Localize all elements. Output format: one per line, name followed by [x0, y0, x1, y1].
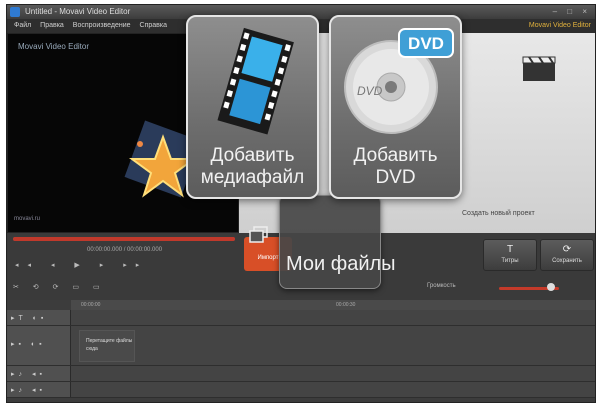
new-project-link[interactable]: Создать новый проект [462, 210, 535, 217]
edit-tools[interactable]: ✂ ⟲ ⟳ ▭ ▭ [13, 283, 106, 291]
preview-title: Movavi Video Editor [18, 42, 89, 51]
menu-playback[interactable]: Воспроизведение [73, 22, 131, 29]
ruler-tick-0: 00:00:00 [81, 302, 101, 308]
add-files-popup: Мои файлы Добавить медиафайл DVD DVD Доб… [186, 15, 468, 299]
add-media-button[interactable]: Добавить медиафайл [186, 15, 319, 199]
brand-label: Movavi Video Editor [528, 22, 591, 29]
track-audio-1[interactable]: ▸♪ ◂▪ [7, 366, 595, 382]
add-dvd-button[interactable]: DVD DVD Добавить DVD [329, 15, 462, 199]
app-logo-icon [10, 7, 20, 17]
dvd-disc-icon: DVD DVD [344, 28, 454, 134]
svg-text:DVD: DVD [357, 84, 383, 98]
files-stack-icon [249, 226, 268, 243]
menu-edit[interactable]: Правка [40, 22, 64, 29]
track-controls[interactable]: ▸T ◐▪ [7, 310, 71, 325]
track-controls[interactable]: ▸▪ ◐▪ [7, 326, 71, 365]
save-icon: ⟳ [562, 244, 572, 255]
add-media-label: Добавить медиафайл [200, 145, 305, 188]
volume-knob[interactable] [547, 283, 555, 291]
timeline: 00:00:00 00:00:30 ▸T ◐▪ ▸▪ ◐▪ Перетащите… [7, 300, 595, 402]
track-audio-2[interactable]: ▸♪ ◂▪ [7, 382, 595, 398]
track-controls[interactable]: ▸♪ ◂▪ [7, 366, 71, 381]
film-reel-icon [217, 27, 294, 135]
add-dvd-label: Добавить DVD [353, 145, 438, 188]
transport-controls[interactable]: ◂◂ ◂ ▶ ▸ ▸▸ [15, 261, 148, 269]
window-controls[interactable]: – □ × [553, 5, 591, 19]
ruler-tick-1: 00:00:30 [336, 302, 356, 308]
track-controls[interactable]: ▸♪ ◂▪ [7, 382, 71, 397]
window-title: Untitled - Movavi Video Editor [25, 7, 131, 16]
track-titles[interactable]: ▸T ◐▪ [7, 310, 595, 326]
dvd-badge: DVD [408, 34, 444, 53]
preview-footer: movavi.ru [14, 216, 41, 222]
save-button[interactable]: ⟳ Сохранить [540, 239, 594, 271]
timecode: 00:00:00.000 / 00:00:00.000 [87, 247, 163, 253]
titles-button[interactable]: T Титры [483, 239, 537, 271]
menu-help[interactable]: Справка [140, 22, 167, 29]
menu-file[interactable]: Файл [14, 22, 31, 29]
titles-icon: T [506, 244, 514, 255]
drop-zone[interactable]: Перетащите файлы сюда [79, 330, 135, 362]
my-files-label: Мои файлы [286, 253, 396, 275]
clapperboard-icon [522, 56, 556, 81]
track-video[interactable]: ▸▪ ◐▪ Перетащите файлы сюда [7, 326, 595, 366]
